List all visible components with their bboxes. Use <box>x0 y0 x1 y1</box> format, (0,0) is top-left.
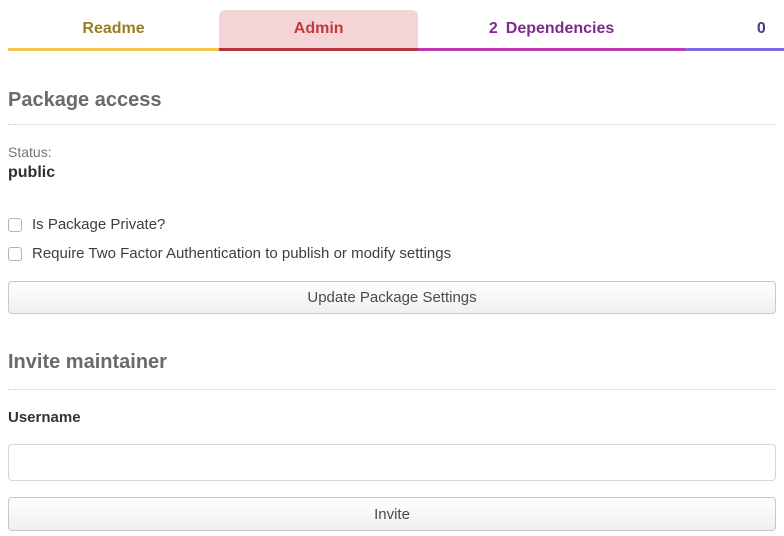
invite-button[interactable]: Invite <box>8 497 776 531</box>
is-package-private-label: Is Package Private? <box>32 216 165 233</box>
tab-dependencies-label: Dependencies <box>506 20 614 38</box>
section-divider <box>8 389 776 390</box>
tab-readme[interactable]: Readme <box>8 10 219 51</box>
tab-dependents[interactable]: 0 <box>685 10 784 51</box>
invite-maintainer-heading: Invite maintainer <box>8 350 776 374</box>
tab-admin-label: Admin <box>294 20 344 38</box>
require-2fa-checkbox[interactable] <box>8 247 22 261</box>
username-input[interactable] <box>8 444 776 481</box>
status-label: Status: <box>8 143 776 161</box>
is-package-private-checkbox[interactable] <box>8 218 22 232</box>
tab-readme-label: Readme <box>82 20 144 38</box>
update-package-settings-button[interactable]: Update Package Settings <box>8 281 776 314</box>
is-package-private-row[interactable]: Is Package Private? <box>8 216 776 233</box>
section-divider <box>8 124 776 125</box>
dependencies-count-badge: 2 <box>489 20 498 38</box>
tab-dependents-count: 0 <box>757 20 766 38</box>
package-tabs: Readme Admin 2 Dependencies 0 <box>0 10 784 51</box>
username-label: Username <box>8 409 776 427</box>
require-2fa-row[interactable]: Require Two Factor Authentication to pub… <box>8 245 776 262</box>
tab-dependencies[interactable]: 2 Dependencies <box>418 10 685 51</box>
tabs-row: Readme Admin 2 Dependencies 0 <box>0 10 784 51</box>
tab-admin[interactable]: Admin <box>219 10 418 51</box>
status-value: public <box>8 163 776 183</box>
package-access-heading: Package access <box>8 88 776 112</box>
require-2fa-label: Require Two Factor Authentication to pub… <box>32 245 451 262</box>
admin-panel: Package access Status: public Is Package… <box>0 88 784 531</box>
